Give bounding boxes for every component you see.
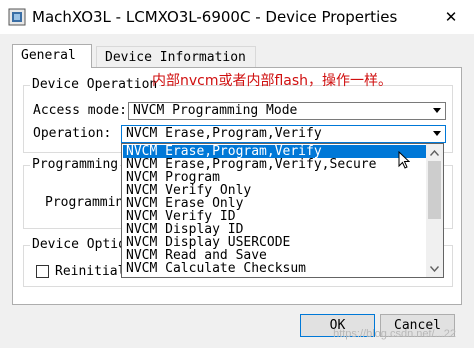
programming-legend: Programming: [30, 157, 121, 172]
close-icon: ✕: [444, 8, 458, 26]
access-mode-label: Access mode:: [33, 103, 127, 118]
annotation-text: 内部nvcm或者内部flash，操作一样。: [152, 73, 393, 89]
chevron-down-icon: [433, 108, 441, 113]
reinitialize-label: Reinitial: [55, 264, 126, 279]
operation-dropdown-list[interactable]: NVCM Erase,Program,Verify NVCM Erase,Pro…: [121, 143, 444, 278]
access-mode-select[interactable]: NVCM Programming Mode: [128, 102, 446, 120]
mouse-cursor-icon: [398, 151, 410, 169]
operation-select[interactable]: NVCM Erase,Program,Verify: [121, 125, 446, 143]
close-button[interactable]: ✕: [428, 0, 474, 34]
title-bar[interactable]: MachXO3L - LCMXO3L-6900C - Device Proper…: [0, 0, 474, 34]
access-mode-value: NVCM Programming Mode: [133, 103, 298, 118]
chevron-down-icon: [433, 131, 441, 136]
window-title: MachXO3L - LCMXO3L-6900C - Device Proper…: [32, 8, 398, 26]
tab-device-information[interactable]: Device Information: [96, 46, 256, 68]
app-icon: [8, 8, 26, 26]
device-options-legend: Device Optio: [30, 237, 128, 252]
scroll-down-button[interactable]: [426, 260, 443, 277]
watermark-text: https://blog.csdn.net/...22: [333, 328, 456, 340]
dropdown-scrollbar[interactable]: [426, 144, 443, 277]
dropdown-item[interactable]: NVCM Calculate Checksum: [123, 262, 426, 275]
device-properties-window: MachXO3L - LCMXO3L-6900C - Device Proper…: [0, 0, 474, 348]
operation-label: Operation:: [33, 126, 112, 141]
scrollbar-thumb[interactable]: [428, 161, 441, 219]
scroll-up-button[interactable]: [426, 144, 443, 161]
chevron-up-icon: [430, 149, 439, 156]
chevron-down-icon: [430, 265, 439, 272]
operation-value: NVCM Erase,Program,Verify: [126, 126, 322, 141]
programming-file-label: Programming: [45, 195, 132, 210]
reinitialize-checkbox[interactable]: [36, 265, 49, 278]
tab-general[interactable]: General: [12, 44, 92, 68]
device-operation-legend: Device Operation: [30, 77, 160, 92]
